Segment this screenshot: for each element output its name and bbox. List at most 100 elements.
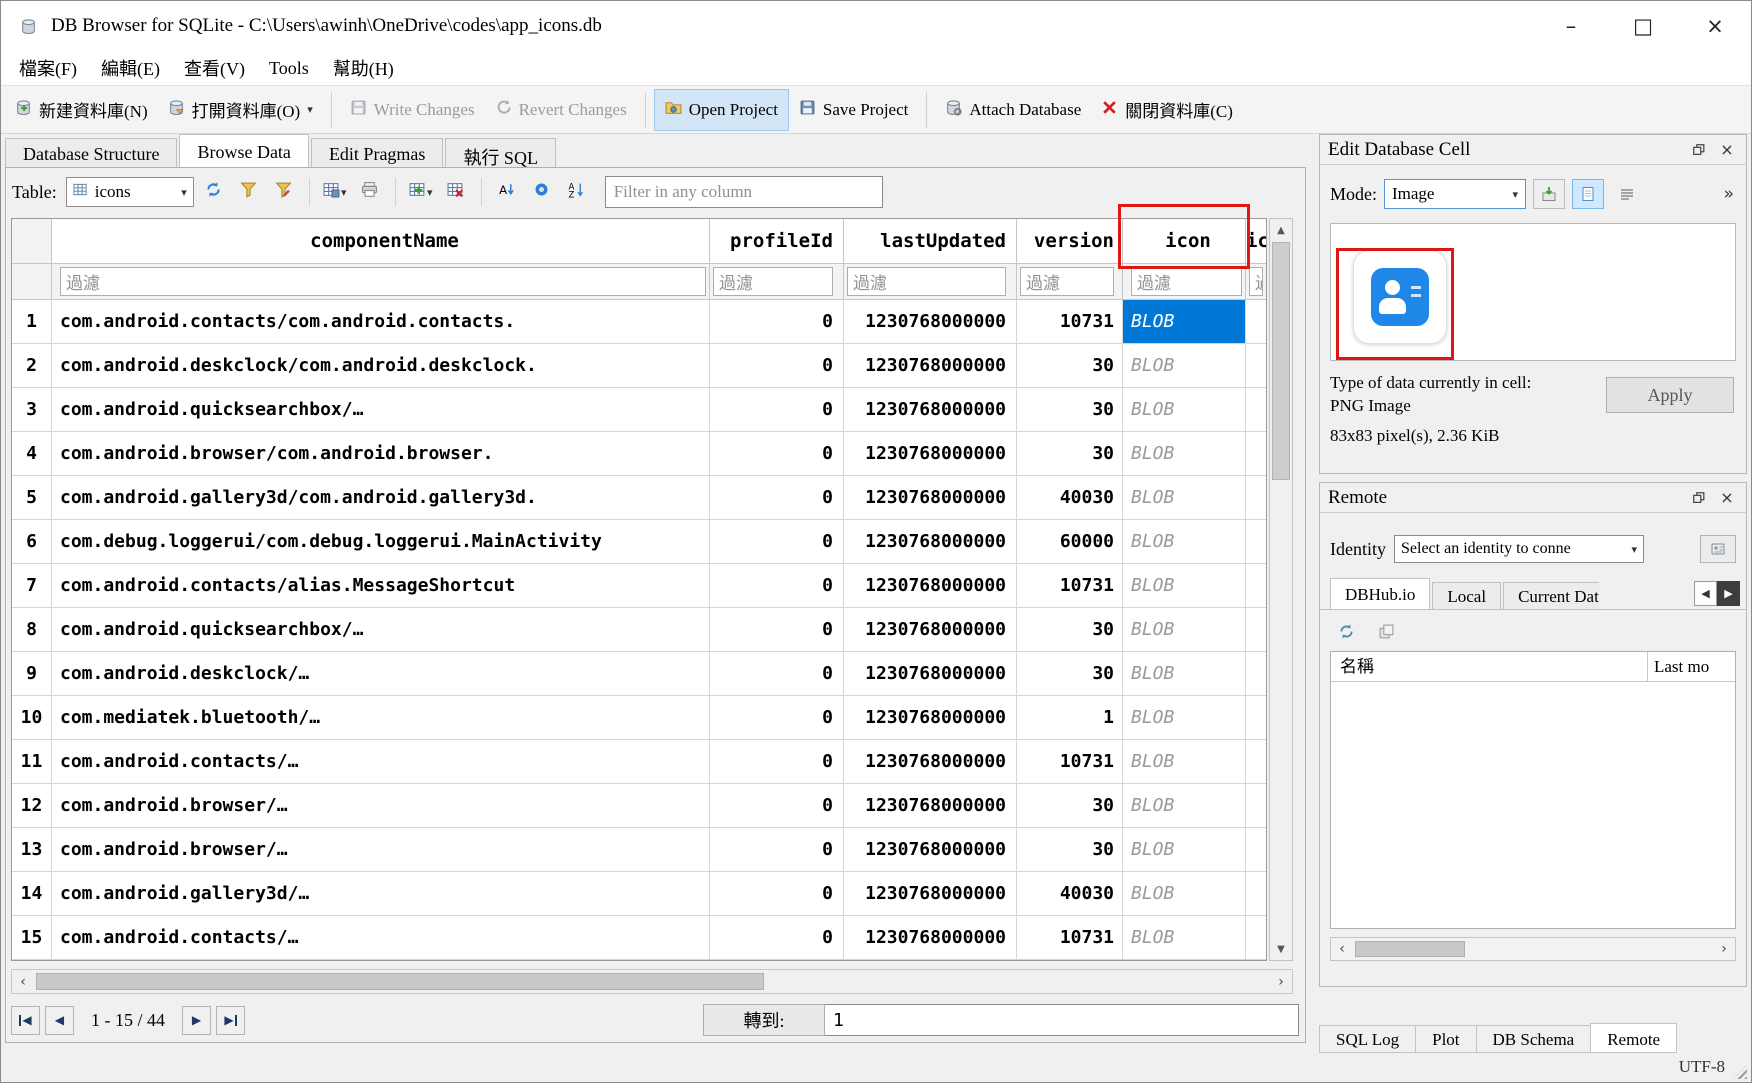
tab-scroll-left-button[interactable]: ◀ <box>1694 581 1717 606</box>
cell-lastupdated[interactable]: 1230768000000 <box>844 740 1017 784</box>
previous-page-button[interactable]: ◀ <box>45 1006 74 1035</box>
cell-clipped[interactable] <box>1246 520 1266 564</box>
row-number-cell[interactable]: 6 <box>12 520 52 564</box>
delete-record-button[interactable] <box>441 177 471 207</box>
cell-icon[interactable]: BLOB <box>1123 564 1246 608</box>
cell-clipped[interactable] <box>1246 432 1266 476</box>
close-panel-button[interactable]: × <box>1716 487 1738 509</box>
cell-componentname[interactable]: com.android.gallery3d/com.android.galler… <box>52 476 710 520</box>
revert-changes-button[interactable]: Revert Changes <box>485 90 637 130</box>
cell-clipped[interactable] <box>1246 564 1266 608</box>
cell-profileid[interactable]: 0 <box>710 388 844 432</box>
menu-help[interactable]: 幫助(H) <box>321 52 406 84</box>
cell-version[interactable]: 30 <box>1017 388 1123 432</box>
scroll-right-icon[interactable]: › <box>1270 974 1292 990</box>
cell-version[interactable]: 10731 <box>1017 300 1123 344</box>
row-number-cell[interactable]: 15 <box>12 916 52 960</box>
cell-clipped[interactable] <box>1246 872 1266 916</box>
filter-input-profileid[interactable]: 過濾 <box>713 267 833 296</box>
cell-componentname[interactable]: com.android.deskclock/com.android.deskcl… <box>52 344 710 388</box>
row-number-cell[interactable]: 14 <box>12 872 52 916</box>
cell-profileid[interactable]: 0 <box>710 520 844 564</box>
vertical-scrollbar-thumb[interactable] <box>1272 242 1290 480</box>
cell-lastupdated[interactable]: 1230768000000 <box>844 828 1017 872</box>
tab-execute-sql[interactable]: 執行 SQL <box>445 138 556 167</box>
row-number-cell[interactable]: 5 <box>12 476 52 520</box>
cell-version[interactable]: 30 <box>1017 608 1123 652</box>
write-changes-button[interactable]: Write Changes <box>340 90 485 130</box>
close-button[interactable]: × <box>1679 1 1751 51</box>
column-header-version[interactable]: version <box>1017 219 1123 264</box>
cell-componentname[interactable]: com.android.contacts/com.android.contact… <box>52 300 710 344</box>
table-select[interactable]: icons ▾ <box>66 177 194 207</box>
cell-version[interactable]: 60000 <box>1017 520 1123 564</box>
cell-lastupdated[interactable]: 1230768000000 <box>844 608 1017 652</box>
print-button[interactable] <box>355 177 385 207</box>
scroll-left-icon[interactable]: ‹ <box>12 974 34 990</box>
filter-input-version[interactable]: 過濾 <box>1020 267 1114 296</box>
row-number-cell[interactable]: 4 <box>12 432 52 476</box>
cell-version[interactable]: 10731 <box>1017 916 1123 960</box>
resize-grip[interactable] <box>1733 1065 1747 1079</box>
cell-clipped[interactable] <box>1246 740 1266 784</box>
cell-icon[interactable]: BLOB <box>1123 344 1246 388</box>
cell-profileid[interactable]: 0 <box>710 344 844 388</box>
cell-icon[interactable]: BLOB <box>1123 696 1246 740</box>
cell-profileid[interactable]: 0 <box>710 564 844 608</box>
cell-clipped[interactable] <box>1246 828 1266 872</box>
cell-version[interactable]: 30 <box>1017 652 1123 696</box>
cell-lastupdated[interactable]: 1230768000000 <box>844 916 1017 960</box>
cell-componentname[interactable]: com.android.deskclock/… <box>52 652 710 696</box>
row-number-cell[interactable]: 12 <box>12 784 52 828</box>
cell-icon[interactable]: BLOB <box>1123 432 1246 476</box>
filter-any-column-input[interactable] <box>605 176 883 208</box>
overflow-chevron-icon[interactable]: » <box>1724 184 1736 204</box>
cell-icon[interactable]: BLOB <box>1123 872 1246 916</box>
cell-version[interactable]: 30 <box>1017 344 1123 388</box>
cell-icon[interactable]: BLOB <box>1123 784 1246 828</box>
save-filter-button[interactable] <box>269 177 299 207</box>
cell-componentname[interactable]: com.debug.loggerui/com.debug.loggerui.Ma… <box>52 520 710 564</box>
row-number-cell[interactable]: 11 <box>12 740 52 784</box>
cell-componentname[interactable]: com.android.quicksearchbox/… <box>52 388 710 432</box>
cell-version[interactable]: 10731 <box>1017 564 1123 608</box>
remote-scroll-right-icon[interactable]: › <box>1713 941 1735 957</box>
cell-lastupdated[interactable]: 1230768000000 <box>844 344 1017 388</box>
cell-componentname[interactable]: com.mediatek.bluetooth/… <box>52 696 710 740</box>
cell-clipped[interactable] <box>1246 696 1266 740</box>
column-header-componentname[interactable]: componentName <box>52 219 710 264</box>
cell-lastupdated[interactable]: 1230768000000 <box>844 432 1017 476</box>
cell-clipped[interactable] <box>1246 652 1266 696</box>
tab-database-structure[interactable]: Database Structure <box>5 138 177 167</box>
cell-lastupdated[interactable]: 1230768000000 <box>844 520 1017 564</box>
tab-scroll-right-button[interactable]: ▶ <box>1717 581 1740 606</box>
new-database-button[interactable]: 新建資料庫(N) <box>5 88 158 131</box>
cell-version[interactable]: 30 <box>1017 784 1123 828</box>
open-database-dropdown-icon[interactable]: ▾ <box>307 103 313 116</box>
mode-select[interactable]: Image ▾ <box>1384 179 1526 209</box>
cell-icon[interactable]: BLOB <box>1123 652 1246 696</box>
goto-record-input[interactable] <box>825 1004 1299 1036</box>
cell-icon[interactable]: BLOB <box>1123 520 1246 564</box>
minimize-button[interactable]: – <box>1535 1 1607 51</box>
tab-plot[interactable]: Plot <box>1415 1025 1476 1053</box>
cell-profileid[interactable]: 0 <box>710 300 844 344</box>
tab-sql-log[interactable]: SQL Log <box>1319 1025 1416 1053</box>
first-page-button[interactable]: ◀ <box>11 1006 40 1035</box>
remote-horizontal-scrollbar[interactable]: ‹ › <box>1330 937 1736 961</box>
cell-lastupdated[interactable]: 1230768000000 <box>844 300 1017 344</box>
cell-componentname[interactable]: com.android.browser/… <box>52 828 710 872</box>
import-data-button[interactable] <box>1533 179 1565 209</box>
cell-icon[interactable]: BLOB <box>1123 916 1246 960</box>
save-project-button[interactable]: Save Project <box>789 90 918 130</box>
cell-lastupdated[interactable]: 1230768000000 <box>844 476 1017 520</box>
remote-refresh-button[interactable] <box>1334 619 1358 643</box>
cell-profileid[interactable]: 0 <box>710 916 844 960</box>
remote-column-name[interactable]: 名稱 <box>1331 652 1647 681</box>
sort-column-button[interactable]: A <box>492 177 522 207</box>
corner-header-cell[interactable] <box>12 219 52 264</box>
text-view-toggle[interactable] <box>1611 179 1643 209</box>
cell-profileid[interactable]: 0 <box>710 740 844 784</box>
cell-clipped[interactable] <box>1246 608 1266 652</box>
cell-profileid[interactable]: 0 <box>710 828 844 872</box>
